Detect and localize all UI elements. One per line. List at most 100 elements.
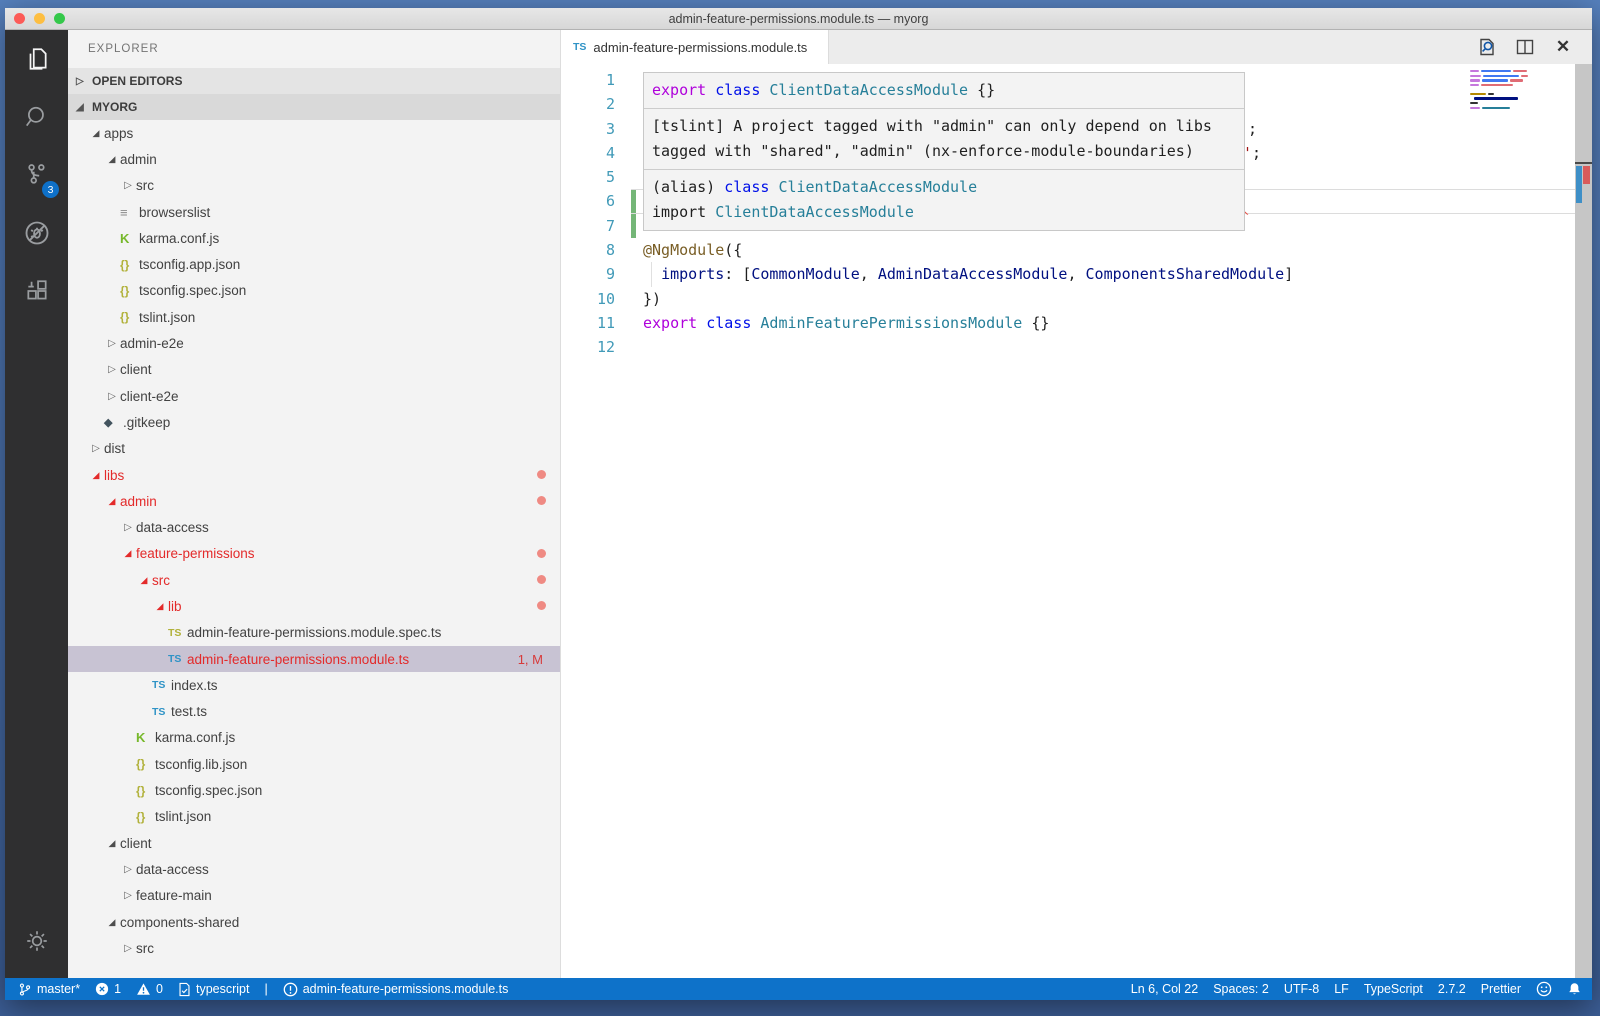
tree-item-client[interactable]: ◢client	[68, 830, 560, 856]
tree-item-browserslist[interactable]: ≡browserslist	[68, 199, 560, 225]
status-label: Spaces: 2	[1213, 982, 1269, 996]
tree-item-tslint-json[interactable]: {}tslint.json	[68, 304, 560, 330]
tree-item-karma-conf-js[interactable]: Kkarma.conf.js	[68, 225, 560, 251]
status-feedback[interactable]	[1536, 981, 1552, 997]
code-line-11[interactable]: 11export class AdminFeaturePermissionsMo…	[561, 311, 1575, 335]
minimap[interactable]	[1470, 70, 1532, 140]
tree-item-apps[interactable]: ◢apps	[68, 120, 560, 146]
status-separator: |	[264, 982, 267, 996]
status-prettier[interactable]: Prettier	[1481, 982, 1521, 996]
git-modified-dot	[537, 470, 546, 479]
split-editor-icon[interactable]	[1514, 36, 1536, 58]
tree-item-admin[interactable]: ◢admin	[68, 146, 560, 172]
minimize-window-button[interactable]	[34, 13, 45, 24]
tree-item-label: tslint.json	[139, 310, 195, 325]
expanded-arrow-icon: ◢	[136, 575, 152, 586]
tree-item-admin[interactable]: ◢admin	[68, 488, 560, 514]
status-indentation[interactable]: Spaces: 2	[1213, 982, 1269, 996]
status-file-status[interactable]: admin-feature-permissions.module.ts	[283, 982, 509, 997]
tree-item-admin-feature-permissions-module-ts[interactable]: TSadmin-feature-permissions.module.ts1, …	[68, 646, 560, 672]
tree-item-label: index.ts	[171, 678, 218, 693]
scrollbar[interactable]	[1575, 64, 1592, 978]
tree-item-tsconfig-spec-json[interactable]: {}tsconfig.spec.json	[68, 278, 560, 304]
tree-item-dist[interactable]: ▷dist	[68, 436, 560, 462]
status-eol[interactable]: LF	[1334, 982, 1349, 996]
zoom-window-button[interactable]	[54, 13, 65, 24]
search-icon[interactable]	[5, 88, 68, 146]
status-label: |	[264, 982, 267, 996]
ts-blue-file-icon: TS	[152, 679, 171, 691]
tab-admin-feature-permissions[interactable]: TS admin-feature-permissions.module.ts	[561, 30, 829, 64]
status-git-branch-status[interactable]: master*	[18, 982, 80, 997]
window-title: admin-feature-permissions.module.ts — my…	[669, 12, 929, 26]
code-line-10[interactable]: 10})	[561, 287, 1575, 311]
status-notifications[interactable]	[1567, 981, 1582, 997]
collapsed-arrow-icon: ▷	[120, 180, 136, 191]
tree-item-label: feature-permissions	[136, 546, 255, 561]
code-line-8[interactable]: 8@NgModule({	[561, 238, 1575, 262]
tree-item-karma-conf-js[interactable]: Kkarma.conf.js	[68, 725, 560, 751]
open-editors-header[interactable]: ▷ OPEN EDITORS	[68, 68, 560, 94]
tree-item-src[interactable]: ◢src	[68, 567, 560, 593]
code-area[interactable]: 123;4';56import { ClientDataAccessModule…	[561, 64, 1592, 978]
line-number: 12	[561, 335, 615, 359]
debug-disabled-icon[interactable]	[5, 204, 68, 262]
tree-item-data-access[interactable]: ▷data-access	[68, 514, 560, 540]
tree-item-test-ts[interactable]: TStest.ts	[68, 699, 560, 725]
code-line-9[interactable]: 9 imports: [CommonModule, AdminDataAcces…	[561, 262, 1575, 286]
git-modified-dot	[537, 496, 546, 505]
open-changes-icon[interactable]	[1476, 36, 1498, 58]
tree-item-label: feature-main	[136, 888, 212, 903]
tree-item-feature-permissions[interactable]: ◢feature-permissions	[68, 541, 560, 567]
extensions-icon[interactable]	[5, 262, 68, 320]
expanded-arrow-icon: ◢	[152, 601, 168, 612]
tree-item-tsconfig-lib-json[interactable]: {}tsconfig.lib.json	[68, 751, 560, 777]
tree-item--gitkeep[interactable]: ◆.gitkeep	[68, 409, 560, 435]
status-language-mode[interactable]: TypeScript	[1364, 982, 1423, 996]
json-file-icon: {}	[136, 784, 155, 798]
tree-item-label: admin-feature-permissions.module.spec.ts	[187, 625, 441, 640]
code-line-12[interactable]: 12	[561, 335, 1575, 359]
tree-item-client[interactable]: ▷client	[68, 357, 560, 383]
tree-item-src[interactable]: ▷src	[68, 935, 560, 961]
tree-item-src[interactable]: ▷src	[68, 173, 560, 199]
workspace-root-header[interactable]: ◢ MYORG	[68, 94, 560, 120]
tree-item-data-access[interactable]: ▷data-access	[68, 856, 560, 882]
json-file-icon: {}	[120, 284, 139, 298]
status-errors-count[interactable]: 1	[95, 982, 121, 996]
status-cursor-position[interactable]: Ln 6, Col 22	[1131, 982, 1198, 996]
tree-item-libs[interactable]: ◢libs	[68, 462, 560, 488]
tree-item-label: admin	[120, 152, 157, 167]
hover-lint-message: [tslint] A project tagged with "admin" c…	[644, 109, 1244, 169]
tree-item-tsconfig-app-json[interactable]: {}tsconfig.app.json	[68, 251, 560, 277]
title-bar[interactable]: admin-feature-permissions.module.ts — my…	[5, 8, 1592, 30]
tree-item-label: components-shared	[120, 915, 239, 930]
tree-item-index-ts[interactable]: TSindex.ts	[68, 672, 560, 698]
tree-item-components-shared[interactable]: ◢components-shared	[68, 909, 560, 935]
tree-item-tsconfig-spec-json[interactable]: {}tsconfig.spec.json	[68, 777, 560, 803]
tree-item-feature-main[interactable]: ▷feature-main	[68, 883, 560, 909]
tree-item-tslint-json[interactable]: {}tslint.json	[68, 804, 560, 830]
status-ts-version[interactable]: 2.7.2	[1438, 982, 1466, 996]
status-encoding[interactable]: UTF-8	[1284, 982, 1319, 996]
tab-bar: TS admin-feature-permissions.module.ts ✕	[561, 30, 1592, 64]
expanded-arrow-icon: ◢	[104, 838, 120, 849]
settings-gear-icon[interactable]	[5, 912, 68, 970]
status-linter-status[interactable]: typescript	[178, 982, 250, 997]
source-control-icon[interactable]: 3	[5, 146, 68, 204]
expanded-arrow-icon: ◢	[120, 548, 136, 559]
close-editor-icon[interactable]: ✕	[1552, 36, 1574, 58]
explorer-icon[interactable]	[5, 30, 68, 88]
close-window-button[interactable]	[14, 13, 25, 24]
git-status-badge: 1, M	[518, 652, 543, 667]
status-warnings-count[interactable]: 0	[136, 982, 163, 996]
tree-item-label: dist	[104, 441, 125, 456]
expanded-arrow-icon: ◢	[104, 154, 120, 165]
tree-item-client-e2e[interactable]: ▷client-e2e	[68, 383, 560, 409]
tree-item-admin-e2e[interactable]: ▷admin-e2e	[68, 330, 560, 356]
tree-item-label: test.ts	[171, 704, 207, 719]
tree-item-label: admin-feature-permissions.module.ts	[187, 652, 409, 667]
tree-item-lib[interactable]: ◢lib	[68, 593, 560, 619]
tree-item-label: karma.conf.js	[139, 231, 219, 246]
tree-item-admin-feature-permissions-module-spec-ts[interactable]: TSadmin-feature-permissions.module.spec.…	[68, 620, 560, 646]
